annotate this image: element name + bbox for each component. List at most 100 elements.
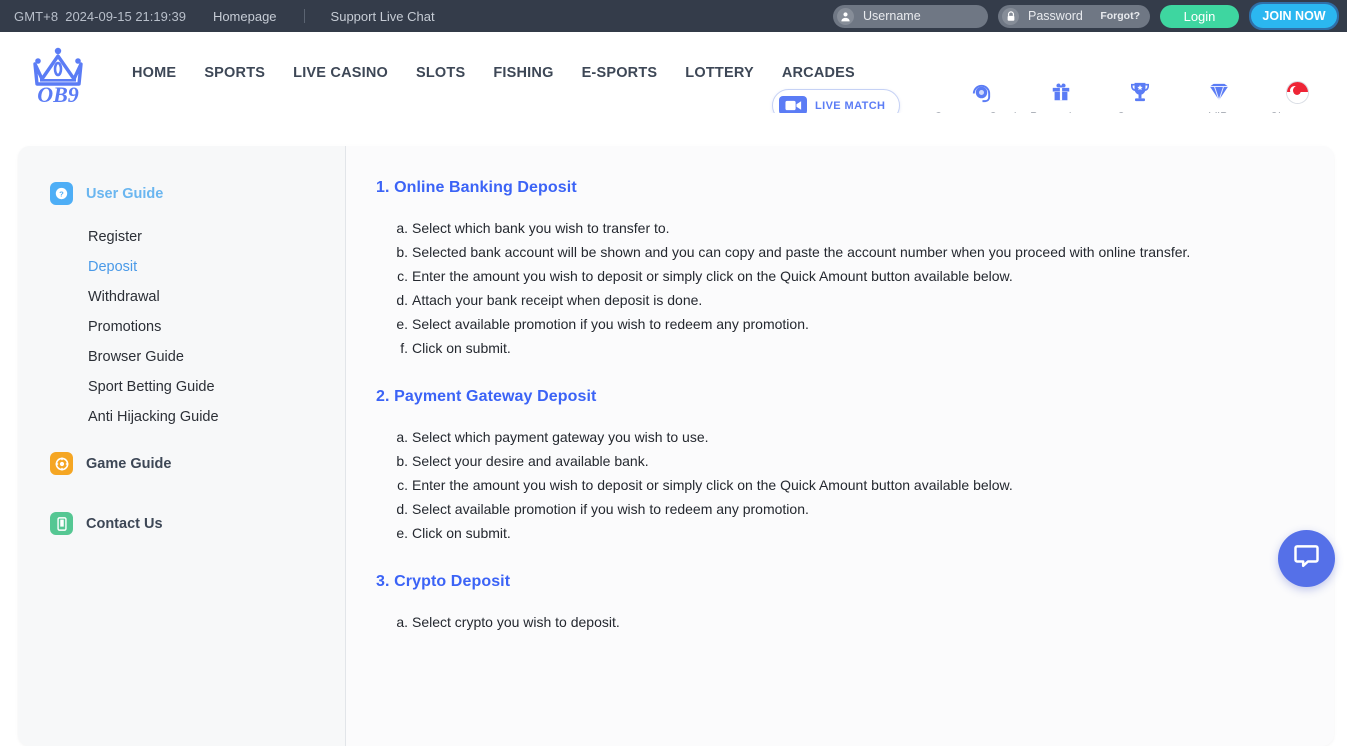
page-body: ? User Guide Register Deposit Withdrawal… xyxy=(0,113,1347,746)
guide-sidebar: ? User Guide Register Deposit Withdrawal… xyxy=(18,146,345,746)
list-item: c. Enter the amount you wish to deposit o… xyxy=(392,264,1334,288)
list-text: Select which bank you wish to transfer t… xyxy=(412,220,670,236)
list-marker: d. xyxy=(396,292,408,308)
list-marker: e. xyxy=(396,316,408,332)
gift-icon xyxy=(1050,80,1072,104)
list-item: b. Selected bank account will be shown an… xyxy=(392,240,1334,264)
sidebar-item-register[interactable]: Register xyxy=(88,222,345,252)
sidebar-item-user-guide[interactable]: ? User Guide xyxy=(18,182,345,205)
join-now-button[interactable]: JOIN NOW xyxy=(1251,4,1337,28)
nav-item-lottery[interactable]: LOTTERY xyxy=(671,65,768,81)
list-text: Select which payment gateway you wish to… xyxy=(412,429,709,445)
nav-item-live-casino[interactable]: LIVE CASINO xyxy=(279,65,402,81)
list-text: Enter the amount you wish to deposit or … xyxy=(412,268,1013,284)
list-marker: a. xyxy=(396,429,408,445)
section-title-online-banking-deposit: 1. Online Banking Deposit xyxy=(376,179,577,196)
sidebar-item-promotions[interactable]: Promotions xyxy=(88,312,345,342)
chat-bubble-icon xyxy=(1293,543,1320,575)
guide-card: ? User Guide Register Deposit Withdrawal… xyxy=(18,146,1334,746)
sidebar-item-game-guide[interactable]: Game Guide xyxy=(18,452,345,475)
server-datetime: 2024-09-15 21:19:39 xyxy=(65,8,186,24)
singapore-flag-icon xyxy=(1286,80,1309,104)
sidebar-item-contact-us[interactable]: Contact Us xyxy=(18,512,345,535)
list-marker: b. xyxy=(396,453,408,469)
list-item: e. Select available promotion if you wish… xyxy=(392,312,1334,336)
person-icon xyxy=(837,7,854,25)
username-placeholder-text: Username xyxy=(863,9,921,23)
nav-item-home[interactable]: HOME xyxy=(118,65,190,81)
list-item: a. Select which bank you wish to transfer… xyxy=(392,216,1334,240)
svg-text:OB9: OB9 xyxy=(37,82,79,105)
section-title-payment-gateway-deposit: 2. Payment Gateway Deposit xyxy=(376,388,597,405)
list-text: Click on submit. xyxy=(412,340,511,356)
live-chat-button[interactable] xyxy=(1278,530,1335,587)
top-bar-divider xyxy=(303,9,305,23)
list-item: e. Click on submit. xyxy=(392,521,1334,545)
list-item: a. Select which payment gateway you wish … xyxy=(392,425,1334,449)
forgot-password-link[interactable]: Forgot? xyxy=(1100,10,1140,22)
list-text: Select available promotion if you wish t… xyxy=(412,316,809,332)
diamond-icon xyxy=(1208,80,1230,104)
sidebar-label: Game Guide xyxy=(86,455,172,472)
list-marker: f. xyxy=(400,340,408,356)
login-button[interactable]: Login xyxy=(1160,4,1239,28)
list-item: d. Select available promotion if you wish… xyxy=(392,497,1334,521)
question-mark-icon: ? xyxy=(50,182,73,205)
homepage-link[interactable]: Homepage xyxy=(213,9,277,24)
top-bar-left: GMT+8 2024-09-15 21:19:39 Homepage Suppo… xyxy=(0,9,435,24)
list-item: a. Select crypto you wish to deposit. xyxy=(392,610,1334,634)
lock-icon xyxy=(1002,7,1019,25)
nav-item-fishing[interactable]: FISHING xyxy=(479,65,567,81)
list-text: Click on submit. xyxy=(412,525,511,541)
list-text: Select your desire and available bank. xyxy=(412,453,649,469)
user-guide-submenu: Register Deposit Withdrawal Promotions B… xyxy=(18,222,345,432)
sidebar-item-anti-hijacking-guide[interactable]: Anti Hijacking Guide xyxy=(88,402,345,432)
username-input[interactable]: Username xyxy=(833,4,988,28)
sidebar-item-browser-guide[interactable]: Browser Guide xyxy=(88,342,345,372)
join-now-button-ring: JOIN NOW xyxy=(1249,2,1339,30)
section-title-crypto-deposit: 3. Crypto Deposit xyxy=(376,573,511,590)
chip-icon xyxy=(50,452,73,475)
phone-icon xyxy=(50,512,73,535)
headset-icon xyxy=(970,80,993,104)
password-placeholder-text: Password xyxy=(1028,9,1083,23)
site-logo[interactable]: OB9 xyxy=(22,39,94,107)
sidebar-item-sport-betting-guide[interactable]: Sport Betting Guide xyxy=(88,372,345,402)
trophy-icon xyxy=(1130,80,1150,104)
guide-content: 1. Online Banking Deposit a. Select which… xyxy=(346,146,1334,746)
list-item: c. Enter the amount you wish to deposit o… xyxy=(392,473,1334,497)
nav-item-slots[interactable]: SLOTS xyxy=(402,65,479,81)
section-list-payment-gateway-deposit: a. Select which payment gateway you wish … xyxy=(376,425,1334,545)
list-marker: e. xyxy=(396,525,408,541)
site-header: OB9 HOME SPORTS LIVE CASINO SLOTS FISHIN… xyxy=(0,32,1347,124)
list-item: f. Click on submit. xyxy=(392,336,1334,360)
list-item: b. Select your desire and available bank. xyxy=(392,449,1334,473)
list-marker: c. xyxy=(397,268,408,284)
nav-item-e-sports[interactable]: E-SPORTS xyxy=(568,65,672,81)
timezone-label: GMT+8 xyxy=(14,8,59,24)
list-text: Select crypto you wish to deposit. xyxy=(412,614,620,630)
top-utility-bar: GMT+8 2024-09-15 21:19:39 Homepage Suppo… xyxy=(0,0,1347,32)
list-marker: a. xyxy=(396,614,408,630)
support-live-chat-link[interactable]: Support Live Chat xyxy=(331,9,435,24)
sidebar-label: User Guide xyxy=(86,185,164,202)
nav-item-sports[interactable]: SPORTS xyxy=(190,65,279,81)
list-text: Selected bank account will be shown and … xyxy=(412,244,1191,260)
list-text: Attach your bank receipt when deposit is… xyxy=(412,292,703,308)
list-marker: c. xyxy=(397,477,408,493)
sidebar-label: Contact Us xyxy=(86,515,163,532)
list-marker: b. xyxy=(396,244,408,260)
login-area: Username Password Forgot? Login JOIN NOW xyxy=(833,0,1339,32)
main-navigation: HOME SPORTS LIVE CASINO SLOTS FISHING E-… xyxy=(118,32,869,113)
live-match-label: LIVE MATCH xyxy=(815,99,886,112)
password-input[interactable]: Password Forgot? xyxy=(998,4,1150,28)
list-marker: a. xyxy=(396,220,408,236)
svg-text:?: ? xyxy=(59,189,64,198)
list-item: d. Attach your bank receipt when deposit … xyxy=(392,288,1334,312)
sidebar-item-deposit[interactable]: Deposit xyxy=(88,252,345,282)
nav-item-arcades[interactable]: ARCADES xyxy=(768,65,869,81)
section-list-crypto-deposit: a. Select crypto you wish to deposit. xyxy=(376,610,1334,634)
sidebar-item-withdrawal[interactable]: Withdrawal xyxy=(88,282,345,312)
